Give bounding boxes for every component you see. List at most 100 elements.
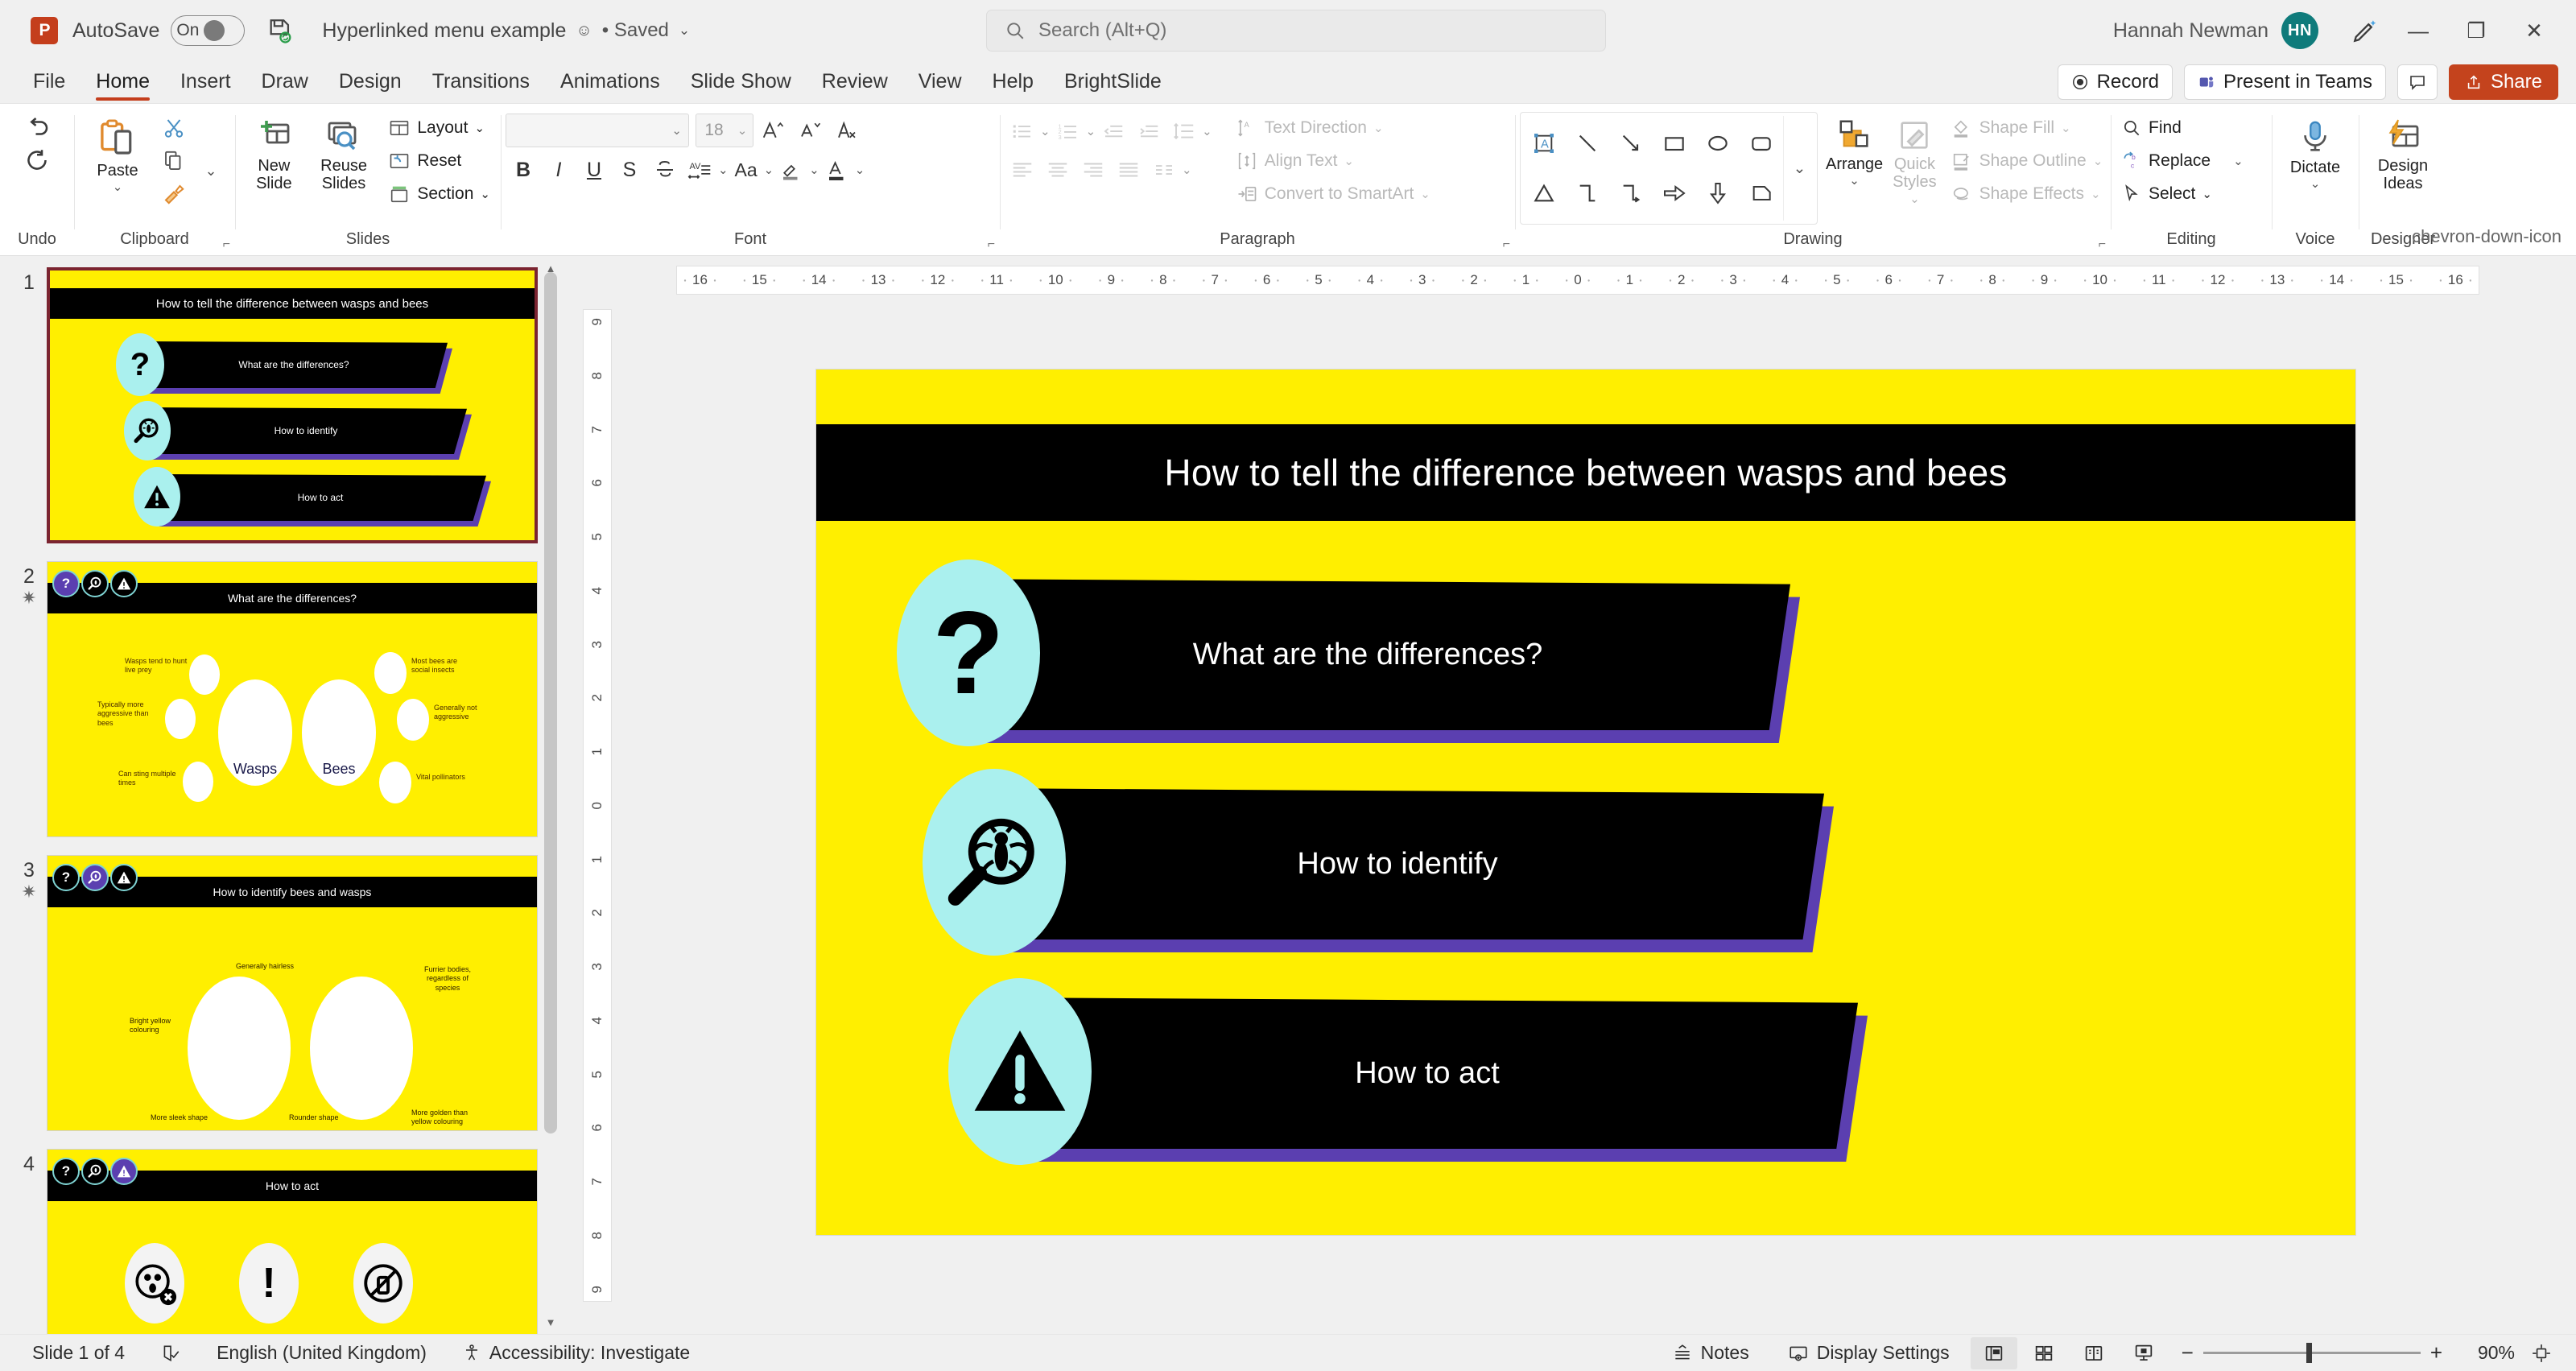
numbering-button[interactable]: 123 — [1051, 115, 1086, 147]
tab-home[interactable]: Home — [80, 67, 165, 103]
share-button[interactable]: Share — [2449, 64, 2558, 100]
select-button[interactable]: Select⌄ — [2116, 178, 2249, 210]
save-icon[interactable] — [262, 14, 298, 47]
zoom-in-button[interactable]: + — [2430, 1340, 2442, 1365]
text-direction-button[interactable]: A Text Direction⌄ — [1230, 112, 1436, 144]
new-slide-button[interactable]: New Slide — [240, 112, 308, 198]
tab-insert[interactable]: Insert — [165, 67, 246, 103]
pen-draw-icon[interactable] — [2341, 6, 2389, 55]
font-size-input[interactable]: 18 ⌄ — [696, 114, 753, 147]
thumbnail-slide-1[interactable]: 1 How to tell the difference between was… — [0, 267, 564, 543]
tab-animations[interactable]: Animations — [545, 67, 675, 103]
shrink-font-button[interactable] — [792, 114, 828, 147]
tab-file[interactable]: File — [18, 67, 80, 103]
slide-sorter-button[interactable] — [2021, 1337, 2067, 1369]
scrollbar-thumb[interactable] — [544, 272, 557, 1134]
columns-button[interactable] — [1146, 154, 1182, 186]
document-title-area[interactable]: Hyperlinked menu example ☺ • Saved ⌄ — [322, 19, 690, 43]
arrange-button[interactable]: Arrange ⌄ — [1824, 112, 1885, 193]
magnifier-bee-icon[interactable] — [81, 1158, 109, 1185]
increase-indent-button[interactable] — [1131, 115, 1166, 147]
slide-thumbnail-panel[interactable]: 1 How to tell the difference between was… — [0, 256, 564, 1334]
avatar[interactable]: HN — [2281, 12, 2318, 49]
thumbnail-frame-3[interactable]: How to identify bees and wasps ? General… — [47, 855, 538, 1131]
text-highlight-button[interactable] — [774, 154, 809, 186]
align-right-button[interactable] — [1075, 154, 1111, 186]
shapes-more-chevron-down-icon[interactable]: ⌄ — [1783, 116, 1815, 221]
layout-button[interactable]: Layout⌄ — [382, 112, 496, 144]
shape-arrow-line[interactable] — [1609, 118, 1653, 168]
paragraph-dialog-launcher[interactable]: ⌐ — [1503, 237, 1510, 252]
reading-view-button[interactable] — [2070, 1337, 2117, 1369]
quick-styles-chevron-down-icon[interactable]: ⌄ — [1909, 193, 1920, 207]
highlight-chevron-down-icon[interactable]: ⌄ — [809, 163, 819, 177]
slide-count[interactable]: Slide 1 of 4 — [14, 1337, 142, 1369]
thumb4-nav[interactable]: ? — [52, 1158, 138, 1185]
animation-star-icon[interactable]: ✷ — [11, 588, 47, 608]
drawing-dialog-launcher[interactable]: ⌐ — [2099, 237, 2106, 252]
shape-elbow-connector[interactable] — [1566, 168, 1609, 218]
columns-chevron-down-icon[interactable]: ⌄ — [1182, 163, 1192, 177]
shape-triangle[interactable] — [1522, 168, 1566, 218]
arrange-chevron-down-icon[interactable]: ⌄ — [1849, 175, 1860, 188]
question-mark-icon[interactable]: ? — [52, 570, 80, 597]
title-chevron-down-icon[interactable]: ⌄ — [679, 23, 690, 39]
italic-button[interactable]: I — [541, 154, 576, 186]
bullets-chevron-down-icon[interactable]: ⌄ — [1040, 124, 1051, 138]
justify-button[interactable] — [1111, 154, 1146, 186]
language-button[interactable]: English (United Kingdom) — [199, 1337, 444, 1369]
menu-item-1-bar[interactable]: What are the differences? — [945, 579, 1790, 730]
comments-button[interactable] — [2397, 64, 2438, 100]
thumbnail-frame-1[interactable]: How to tell the difference between wasps… — [47, 267, 538, 543]
copy-button[interactable] — [156, 145, 192, 177]
grow-font-button[interactable] — [755, 114, 791, 147]
tab-help[interactable]: Help — [977, 67, 1049, 103]
shape-right-arrow[interactable] — [1653, 168, 1696, 218]
shape-oval[interactable] — [1696, 118, 1740, 168]
menu-item-2-bar[interactable]: How to identify — [971, 788, 1824, 939]
clipboard-more-chevron-down-icon[interactable]: ⌄ — [193, 155, 229, 188]
replace-button[interactable]: bc Replace ⌄ — [2116, 145, 2249, 177]
close-button[interactable]: ✕ — [2505, 6, 2563, 56]
thumb3-nav[interactable]: ? — [52, 864, 138, 891]
thumbnail-slide-4[interactable]: 4 How to act ? — [0, 1149, 564, 1334]
zoom-knob[interactable] — [2306, 1343, 2312, 1363]
shape-flowchart[interactable] — [1740, 168, 1783, 218]
menu-item-1-circle[interactable]: ? — [897, 560, 1040, 746]
quick-styles-button[interactable]: Quick Styles ⌄ — [1891, 112, 1938, 212]
search-input[interactable]: Search (Alt+Q) — [986, 10, 1606, 52]
design-ideas-button[interactable]: Design Ideas — [2366, 112, 2440, 198]
present-in-teams-button[interactable]: Present in Teams — [2184, 64, 2386, 100]
shape-textbox[interactable]: A — [1522, 118, 1566, 168]
autosave-toggle[interactable]: On — [171, 15, 245, 46]
line-spacing-button[interactable] — [1166, 115, 1202, 147]
font-dialog-launcher[interactable]: ⌐ — [988, 237, 995, 252]
clear-formatting-button[interactable] — [829, 114, 865, 147]
reuse-slides-button[interactable]: Reuse Slides — [310, 112, 378, 198]
numbering-chevron-down-icon[interactable]: ⌄ — [1086, 124, 1096, 138]
thumbnail-slide-3[interactable]: 3 ✷ How to identify bees and wasps ? — [0, 855, 564, 1131]
shape-effects-button[interactable]: Shape Effects⌄ — [1945, 178, 2109, 210]
paste-chevron-down-icon[interactable]: ⌄ — [113, 181, 123, 195]
thumb2-nav[interactable]: ? — [52, 570, 138, 597]
align-left-button[interactable] — [1005, 154, 1040, 186]
fit-to-window-button[interactable] — [2518, 1337, 2565, 1369]
font-color-chevron-down-icon[interactable]: ⌄ — [855, 163, 865, 177]
bullets-button[interactable] — [1005, 115, 1040, 147]
scroll-down-arrow-icon[interactable]: ▼ — [544, 1315, 557, 1329]
vertical-ruler[interactable]: 9876543210123456789 — [583, 309, 612, 1302]
slide-menu-item-2[interactable]: How to identify — [952, 788, 1853, 939]
tab-design[interactable]: Design — [324, 67, 417, 103]
tab-transitions[interactable]: Transitions — [417, 67, 545, 103]
cut-button[interactable] — [156, 112, 192, 144]
warning-triangle-icon[interactable] — [110, 1158, 138, 1185]
shape-down-arrow[interactable] — [1696, 168, 1740, 218]
format-painter-button[interactable] — [156, 178, 192, 210]
replace-chevron-down-icon[interactable]: ⌄ — [2233, 154, 2244, 168]
thumbnail-scrollbar[interactable]: ▲ ▼ — [544, 267, 557, 1326]
record-button[interactable]: Record — [2058, 64, 2173, 100]
animation-star-icon[interactable]: ✷ — [11, 882, 47, 902]
find-button[interactable]: Find — [2116, 112, 2249, 144]
question-mark-icon[interactable]: ? — [52, 1158, 80, 1185]
change-case-chevron-down-icon[interactable]: ⌄ — [764, 163, 774, 177]
